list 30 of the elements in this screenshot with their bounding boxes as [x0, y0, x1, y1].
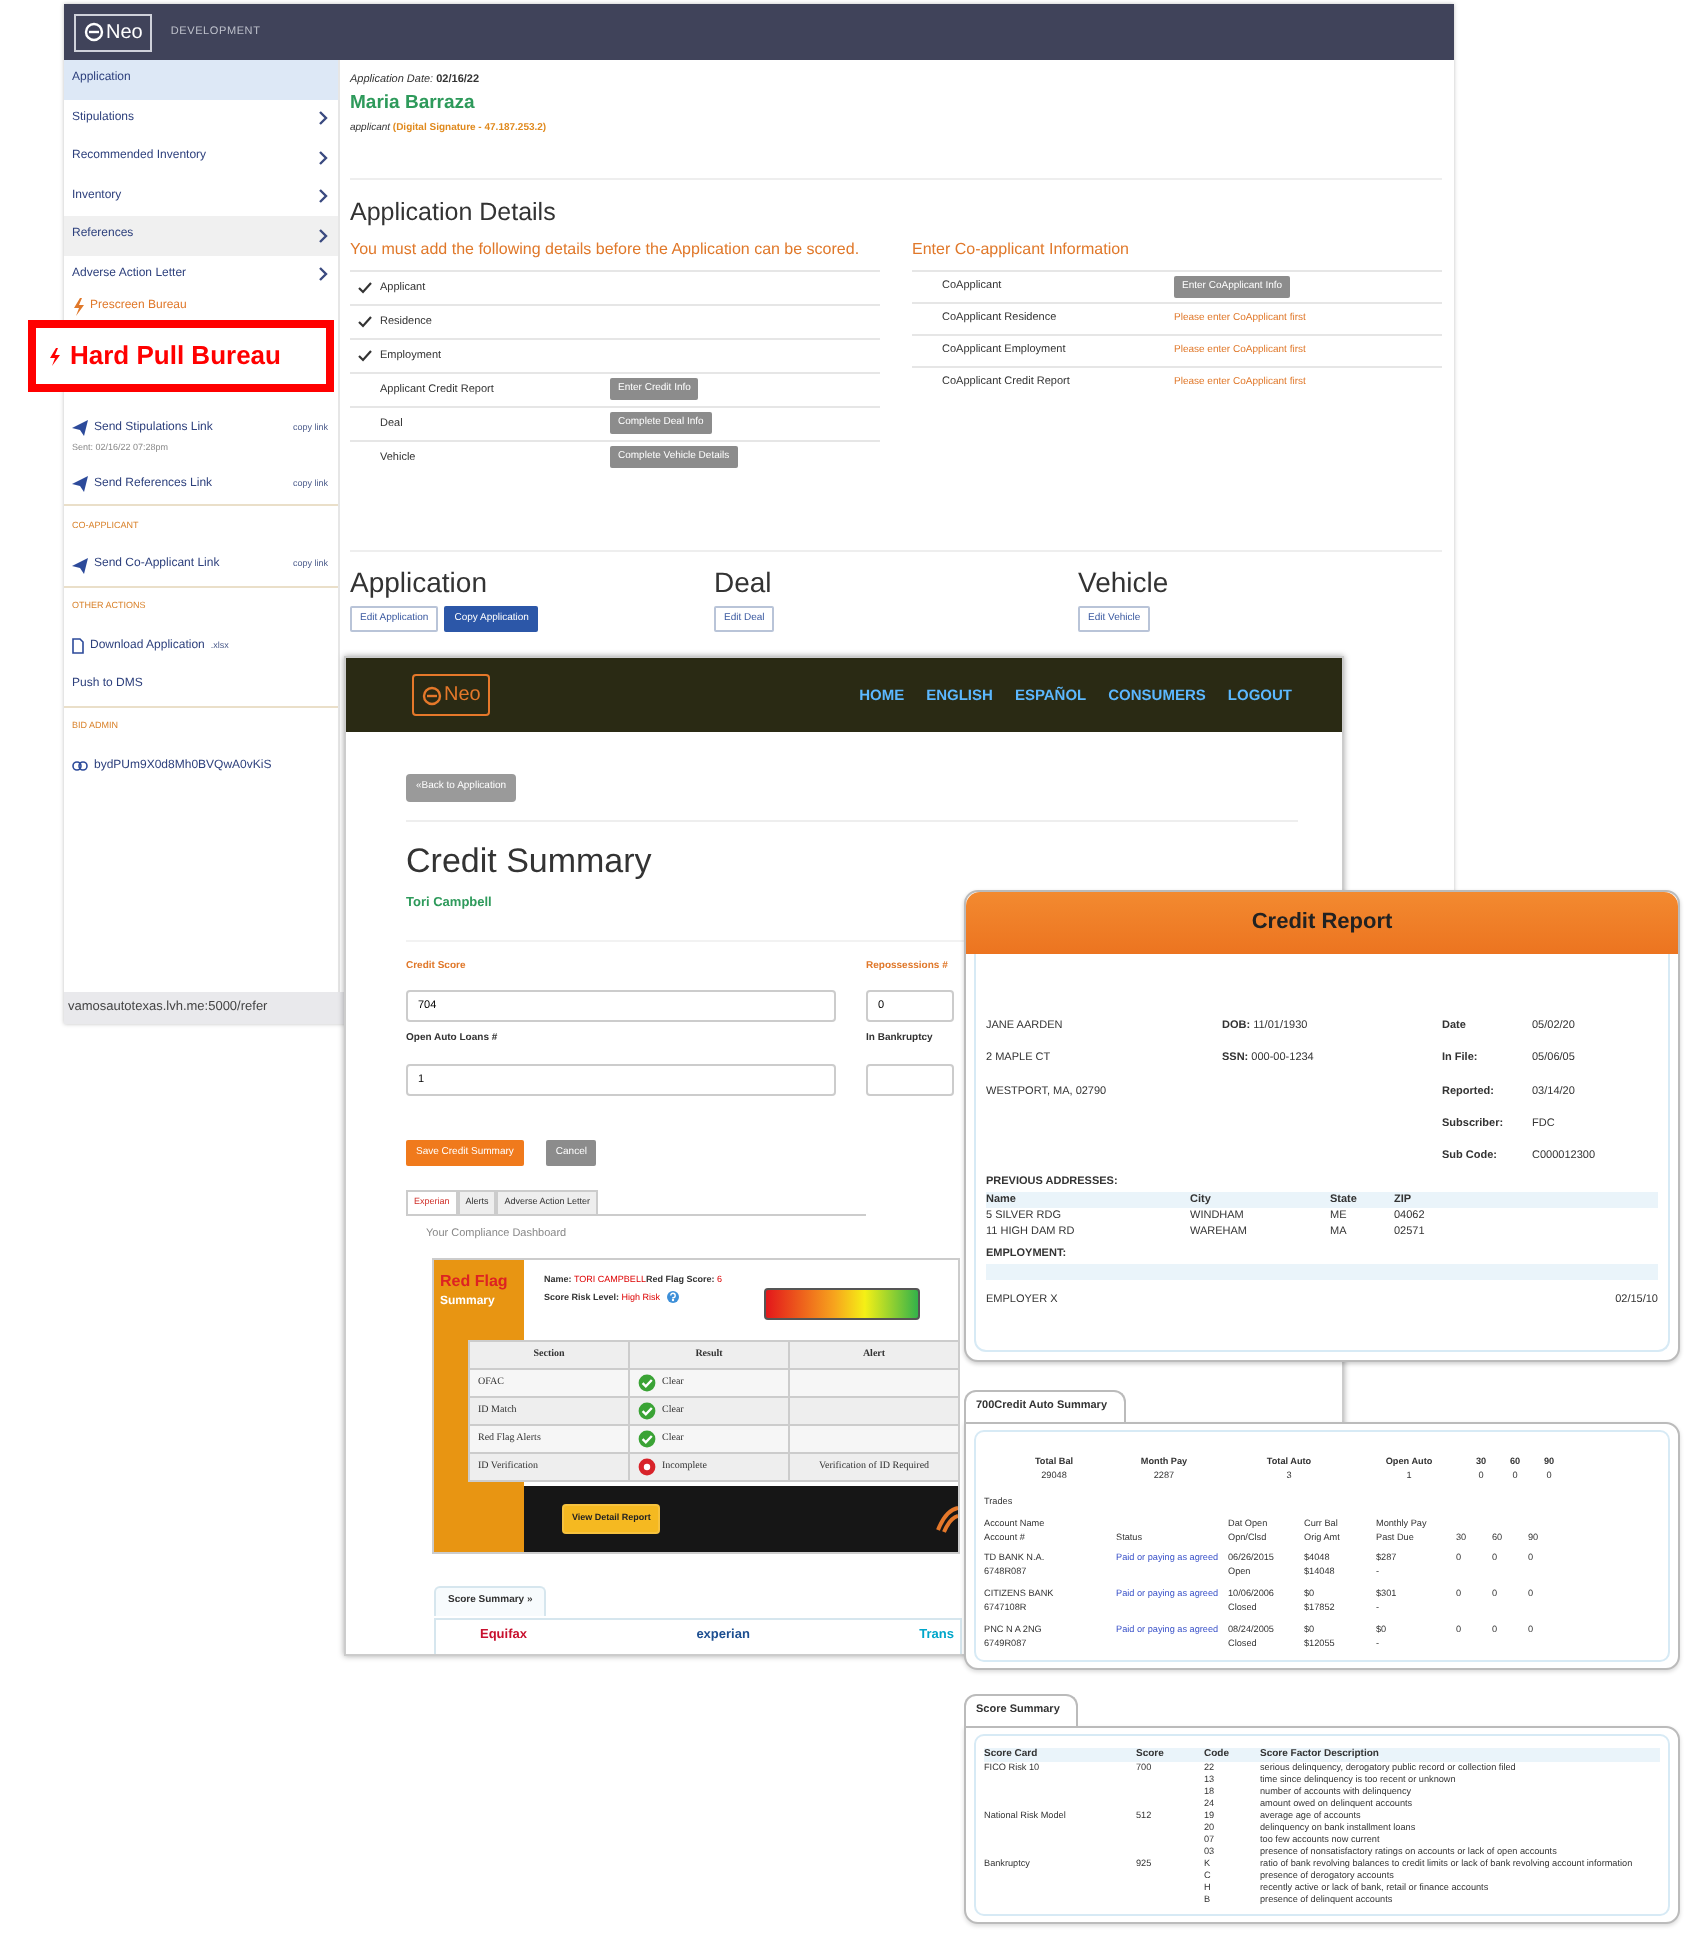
- chevron-icon: [318, 110, 328, 127]
- applicant-name: Maria Barraza: [350, 90, 477, 119]
- chevron-icon: [318, 227, 328, 244]
- bolt-icon: [72, 298, 84, 316]
- section-heading: Deal: [714, 565, 774, 600]
- bolt-icon: [48, 347, 60, 365]
- report-title: Credit Report: [966, 892, 1678, 954]
- swirl-icon: [934, 1505, 958, 1534]
- section-heading: Vehicle: [1078, 565, 1171, 600]
- panel-title: Red Flag: [440, 1270, 510, 1295]
- send-icon: [72, 476, 88, 493]
- send-icon: [72, 557, 88, 574]
- link-icon: [72, 760, 88, 773]
- callout-label: Hard Pull Bureau: [70, 338, 281, 375]
- chevron-icon: [318, 188, 328, 205]
- section-heading: Application: [350, 565, 489, 600]
- page-title: Credit Summary: [406, 842, 654, 882]
- logo-icon: [84, 22, 104, 42]
- section-title: Enter Co-applicant Information: [912, 237, 1131, 262]
- brand-name: Neo: [106, 19, 143, 47]
- logo-icon: [422, 685, 442, 705]
- chevron-icon: [318, 149, 328, 166]
- section-title: Application Details: [350, 196, 558, 230]
- help-icon: [666, 1290, 681, 1305]
- brand-name: Neo: [444, 682, 481, 710]
- input-field[interactable]: [866, 1063, 954, 1096]
- file-icon: [72, 638, 84, 655]
- chevron-icon: [318, 266, 328, 283]
- warning-text: You must add the following details before the Application can be scored.: [350, 237, 862, 262]
- send-icon: [72, 420, 88, 437]
